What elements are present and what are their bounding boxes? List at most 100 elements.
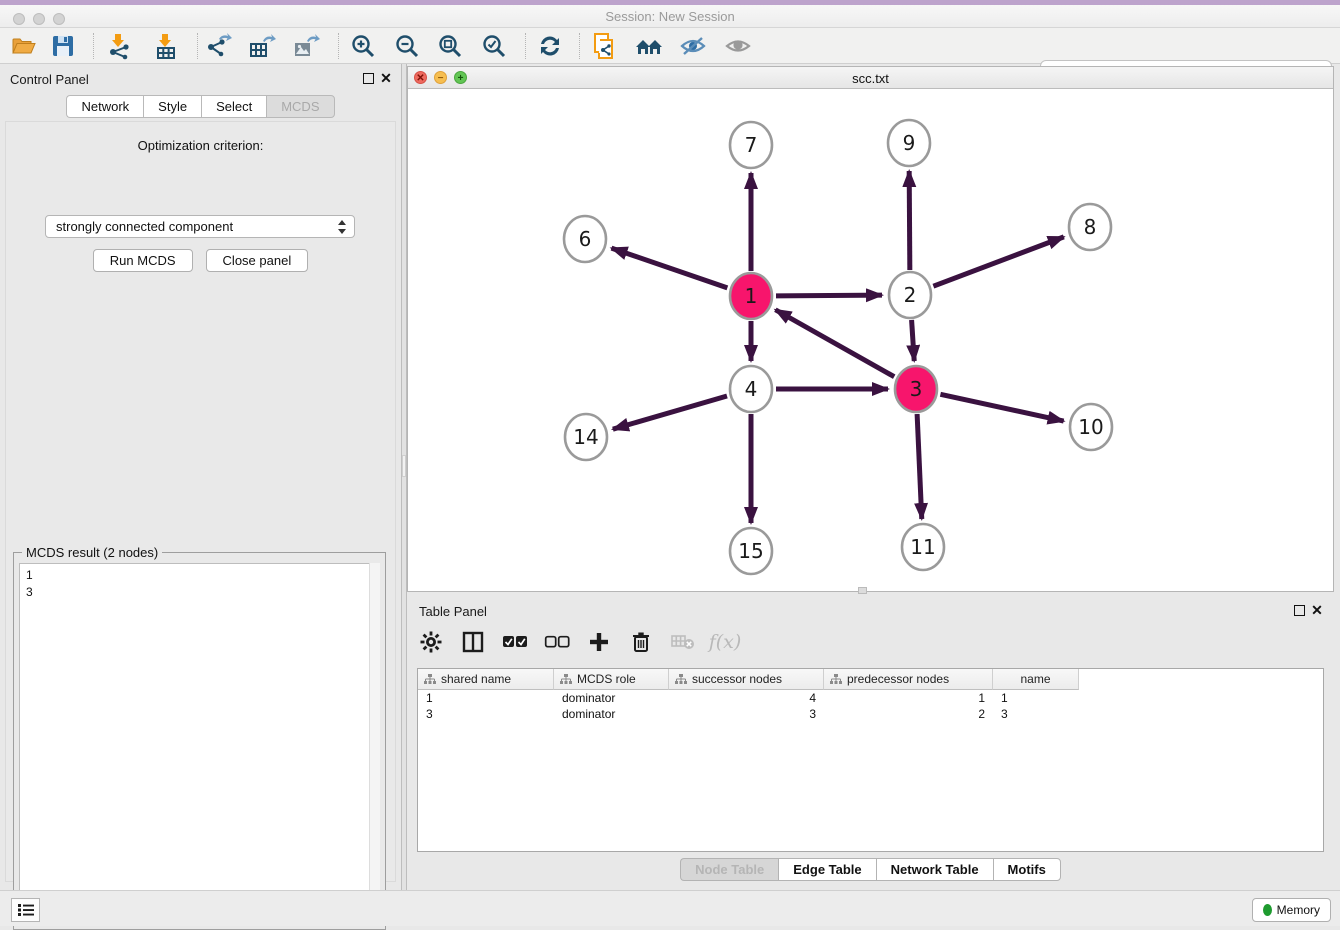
duplicate-network-button[interactable]	[588, 30, 622, 62]
zoom-in-button[interactable]	[346, 30, 380, 62]
optimization-criterion-label: Optimization criterion:	[6, 138, 395, 153]
table-cell[interactable]: 4	[669, 690, 824, 706]
export-image-button[interactable]	[289, 30, 323, 62]
tab-select[interactable]: Select	[201, 95, 266, 118]
show-all-button[interactable]	[721, 30, 755, 62]
graph-edge-2-8[interactable]	[933, 237, 1063, 286]
table-cell[interactable]: 2	[824, 706, 993, 722]
first-neighbors-button[interactable]	[632, 30, 666, 62]
column-header-successor-nodes[interactable]: successor nodes	[669, 669, 824, 690]
tab-mcds[interactable]: MCDS	[266, 95, 334, 118]
memory-label: Memory	[1277, 903, 1320, 917]
graph-edge-2-3[interactable]	[912, 320, 915, 361]
graph-node-1[interactable]: 1	[730, 273, 772, 319]
table-cell[interactable]: 3	[669, 706, 824, 722]
network-canvas[interactable]: 7 9 6 8 1 2 4 3 14 10 15 11	[408, 89, 1333, 591]
table-float-panel-icon[interactable]	[1292, 603, 1306, 617]
graph-node-4[interactable]: 4	[730, 366, 772, 412]
close-panel-button[interactable]: Close panel	[206, 249, 309, 272]
zoom-fit-button[interactable]	[433, 30, 467, 62]
import-network-button[interactable]	[102, 30, 136, 62]
optimization-criterion-select[interactable]: strongly connected component	[45, 215, 355, 238]
column-header-predecessor-nodes[interactable]: predecessor nodes	[824, 669, 993, 690]
column-label: shared name	[441, 672, 511, 686]
tab-network[interactable]: Network	[66, 95, 143, 118]
graph-node-2[interactable]: 2	[889, 272, 931, 318]
memory-button[interactable]: Memory	[1252, 898, 1331, 922]
apply-layout-button[interactable]	[533, 30, 567, 62]
splitter-grip[interactable]	[402, 455, 406, 477]
network-window-titlebar[interactable]: ✕ − + scc.txt	[408, 67, 1333, 89]
table-tab-node-table[interactable]: Node Table	[680, 858, 778, 881]
export-network-button[interactable]	[202, 30, 236, 62]
zoom-selected-button[interactable]	[477, 30, 511, 62]
graph-node-6[interactable]: 6	[564, 216, 606, 262]
run-mcds-button[interactable]: Run MCDS	[93, 249, 193, 272]
graph-node-10[interactable]: 10	[1070, 404, 1112, 450]
attribute-type-icon	[424, 674, 436, 685]
import-network-icon	[105, 32, 133, 60]
table-options-button[interactable]	[417, 628, 445, 656]
select-all-columns-button[interactable]	[501, 628, 529, 656]
close-panel-icon[interactable]: ✕	[379, 71, 393, 85]
graph-edge-3-11[interactable]	[917, 414, 922, 519]
table-row-1[interactable]: 3dominator323	[418, 706, 1323, 722]
table-panel-title: Table Panel	[419, 604, 487, 619]
graph-node-14[interactable]: 14	[565, 414, 607, 460]
create-column-button[interactable]	[585, 628, 613, 656]
table-row-0[interactable]: 1dominator411	[418, 690, 1323, 706]
graph-node-label: 2	[904, 283, 917, 307]
table-close-panel-icon[interactable]: ✕	[1310, 603, 1324, 617]
graph-node-3[interactable]: 3	[895, 366, 937, 412]
graph-edge-3-1[interactable]	[775, 310, 894, 377]
mcds-result-scrollbar[interactable]	[369, 563, 380, 923]
zoom-out-button[interactable]	[390, 30, 424, 62]
table-cell[interactable]: 1	[824, 690, 993, 706]
graph-edge-1-6[interactable]	[611, 248, 727, 288]
graph-edge-4-14[interactable]	[613, 396, 727, 429]
tab-style[interactable]: Style	[143, 95, 201, 118]
graph-node-15[interactable]: 15	[730, 528, 772, 574]
trash-icon	[631, 631, 651, 653]
column-header-MCDS-role[interactable]: MCDS role	[554, 669, 669, 690]
table-cell[interactable]: 3	[993, 706, 1079, 722]
table-tab-motifs[interactable]: Motifs	[993, 858, 1061, 881]
control-panel: Control Panel ✕ NetworkStyleSelectMCDS O…	[0, 64, 401, 890]
mcds-result-list[interactable]: 1 3	[19, 563, 380, 923]
column-header-shared-name[interactable]: shared name	[418, 669, 554, 690]
table-cell[interactable]: 1	[993, 690, 1079, 706]
table-tab-edge-table[interactable]: Edge Table	[778, 858, 875, 881]
toolbar-separator	[579, 33, 580, 59]
table-cell[interactable]: dominator	[554, 690, 669, 706]
graph-edge-1-2[interactable]	[776, 295, 882, 296]
table-cell[interactable]: dominator	[554, 706, 669, 722]
delete-columns-button[interactable]	[627, 628, 655, 656]
graph-node-7[interactable]: 7	[730, 122, 772, 168]
open-folder-icon	[11, 33, 37, 59]
save-session-button[interactable]	[46, 30, 80, 62]
list-icon	[18, 903, 34, 917]
graph-node-label: 11	[910, 535, 935, 559]
toggle-panel-button[interactable]	[459, 628, 487, 656]
table-cell[interactable]: 1	[418, 690, 554, 706]
zoom-fit-icon	[437, 33, 463, 59]
horizontal-splitter-grip[interactable]	[858, 587, 867, 594]
graph-node-9[interactable]: 9	[888, 120, 930, 166]
table-cell[interactable]: 3	[418, 706, 554, 722]
toolbar-separator	[525, 33, 526, 59]
graph-node-11[interactable]: 11	[902, 524, 944, 570]
import-table-button[interactable]	[149, 30, 183, 62]
deselect-all-columns-button[interactable]	[543, 628, 571, 656]
task-history-button[interactable]	[11, 898, 40, 922]
float-panel-icon[interactable]	[361, 71, 375, 85]
graph-edge-2-9[interactable]	[909, 171, 910, 270]
graph-node-8[interactable]: 8	[1069, 204, 1111, 250]
column-header-name[interactable]: name	[993, 669, 1079, 690]
graph-edge-3-10[interactable]	[940, 394, 1063, 421]
open-file-button[interactable]	[7, 30, 41, 62]
hide-selected-button[interactable]	[676, 30, 710, 62]
select-stepper-icon	[337, 219, 347, 235]
export-table-button[interactable]	[245, 30, 279, 62]
table-tabs: Node TableEdge TableNetwork TableMotifs	[407, 858, 1334, 881]
table-tab-network-table[interactable]: Network Table	[876, 858, 993, 881]
